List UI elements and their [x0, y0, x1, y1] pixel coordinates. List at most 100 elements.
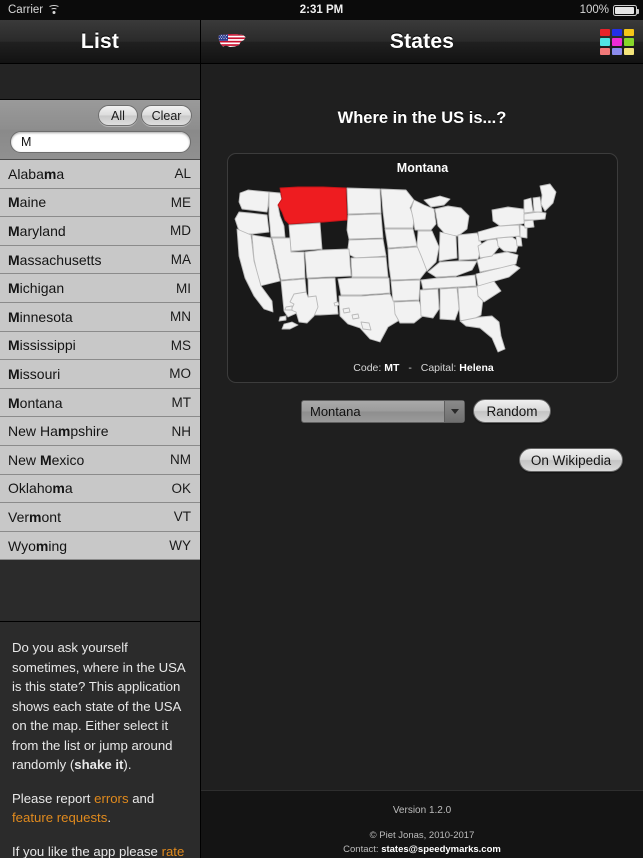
state-list-item[interactable]: Michigan MI — [0, 274, 200, 303]
state-code: MT — [171, 395, 192, 411]
state-code: MS — [170, 337, 191, 353]
capital-value: Helena — [459, 362, 494, 374]
state-list-item[interactable]: Alabama AL — [0, 160, 200, 189]
us-flag-map-icon[interactable] — [217, 29, 247, 53]
page-title-states: States — [389, 29, 455, 53]
state-name: New Hampshire — [8, 423, 109, 440]
info-text-2b: and — [128, 790, 155, 806]
state-name: Vermont — [8, 508, 61, 525]
state-montana-highlight — [277, 186, 348, 225]
wikipedia-button[interactable]: On Wikipedia — [519, 448, 623, 472]
sidebar-top-spacer — [0, 64, 200, 100]
errors-link[interactable]: errors — [94, 791, 128, 806]
color-grid-cell — [624, 29, 634, 37]
state-code: WY — [169, 538, 191, 554]
state-name: Maryland — [8, 222, 66, 239]
status-bar-clock: 2:31 PM — [299, 4, 344, 16]
state-name: Missouri — [8, 365, 61, 382]
contact-label: Contact: — [343, 844, 379, 855]
state-list-item[interactable]: New Hampshire NH — [0, 417, 200, 446]
state-name: Mississippi — [8, 337, 76, 354]
info-text-1a: Do you ask yourself sometimes, where in … — [12, 640, 185, 773]
color-grid-cell — [600, 38, 610, 46]
color-grid-cell — [624, 47, 634, 55]
color-grid-cell — [612, 38, 622, 46]
state-name: Maine — [8, 194, 47, 211]
footer: Version 1.2.0 © Piet Jonas, 2010-2017 Co… — [201, 790, 643, 858]
color-grid-cell — [612, 29, 622, 37]
version-label: Version 1.2.0 — [392, 805, 452, 816]
meta-separator: - — [408, 362, 412, 374]
map-card: Montana Code: MT - Capital: Helena — [227, 153, 618, 383]
info-paragraph-3: If you like the app please rate it, writ… — [12, 842, 188, 858]
info-text-1b: ). — [123, 757, 132, 773]
state-list-item[interactable]: Oklahoma OK — [0, 474, 200, 504]
state-code: MI — [176, 280, 191, 296]
color-grid-cell — [600, 29, 610, 37]
clear-button[interactable]: Clear — [141, 105, 192, 126]
info-text-2a: Please report — [12, 790, 95, 806]
state-name: Montana — [8, 394, 63, 411]
state-code: MA — [170, 252, 191, 268]
state-list-item[interactable]: Vermont VT — [0, 503, 200, 532]
state-name: Michigan — [8, 280, 65, 297]
state-name: Massachusetts — [8, 251, 102, 268]
state-list-item[interactable]: Maine ME — [0, 188, 200, 218]
info-shake-it: shake it — [74, 757, 124, 773]
state-select-value: Montana — [310, 404, 361, 419]
state-name: Oklahoma — [8, 480, 73, 497]
map-state-title: Montana — [396, 161, 449, 175]
state-select[interactable]: Montana — [301, 400, 465, 423]
feature-requests-link[interactable]: feature requests — [12, 810, 107, 825]
contact-email[interactable]: states@speedymarks.com — [381, 844, 501, 855]
right-navigation-bar: States — [201, 20, 643, 64]
code-label: Code: — [353, 362, 382, 374]
color-grid-cell — [624, 38, 634, 46]
capital-label: Capital: — [420, 362, 457, 374]
app-window: Carrier 2:31 PM 100% List States All Cle… — [0, 0, 643, 858]
battery-percent-label: 100% — [579, 4, 609, 16]
left-navigation-bar: List — [0, 20, 201, 64]
state-code: VT — [173, 509, 191, 525]
state-name: Wyoming — [8, 537, 68, 554]
state-list-item[interactable]: Montana MT — [0, 388, 200, 418]
contact-line: Contact: states@speedymarks.com — [201, 843, 643, 857]
prompt-heading: Where in the US is...? — [337, 109, 507, 127]
chevron-down-icon[interactable] — [444, 401, 464, 422]
battery-icon — [613, 4, 640, 16]
state-code: NM — [170, 452, 191, 468]
copyright-block: © Piet Jonas, 2010-2017 Contact: states@… — [201, 816, 643, 857]
search-input[interactable]: M — [10, 131, 191, 153]
state-name: New Mexico — [8, 451, 85, 468]
info-text-3a: If you like the app please — [12, 843, 162, 858]
state-name: Alabama — [8, 165, 65, 182]
state-list-item[interactable]: Wyoming WY — [0, 531, 200, 561]
status-bar-right: 100% — [579, 4, 640, 16]
page-title-list: List — [80, 29, 120, 53]
state-code: MN — [170, 309, 191, 325]
status-bar: Carrier 2:31 PM 100% — [0, 0, 643, 20]
color-grid-icon[interactable] — [600, 29, 634, 55]
all-button[interactable]: All — [98, 105, 138, 126]
state-code: MO — [169, 366, 191, 382]
us-map[interactable] — [228, 176, 617, 354]
state-code: ME — [170, 194, 191, 210]
search-toolbar: All Clear M — [0, 100, 200, 160]
state-code: OK — [171, 480, 191, 496]
state-code: AL — [174, 166, 191, 182]
main-content: Where in the US is...? Montana Code: MT … — [201, 64, 643, 858]
info-paragraph-1: Do you ask yourself sometimes, where in … — [12, 638, 188, 775]
color-grid-cell — [612, 47, 622, 55]
info-paragraph-2: Please report errors and feature request… — [12, 789, 188, 828]
state-list-item[interactable]: Mississippi MS — [0, 331, 200, 361]
state-list-item[interactable]: Maryland MD — [0, 217, 200, 246]
info-text-2c: . — [107, 810, 111, 826]
random-button[interactable]: Random — [473, 399, 551, 423]
info-panel: Do you ask yourself sometimes, where in … — [0, 622, 200, 858]
state-list-item[interactable]: New Mexico NM — [0, 445, 200, 475]
color-grid-cell — [600, 47, 610, 55]
state-list-item[interactable]: Minnesota MN — [0, 302, 200, 332]
state-list-item[interactable]: Missouri MO — [0, 360, 200, 389]
state-list-item[interactable]: Massachusetts MA — [0, 245, 200, 275]
state-list[interactable]: Alabama AL Maine ME Maryland MD Massachusetts M… — [0, 160, 200, 561]
